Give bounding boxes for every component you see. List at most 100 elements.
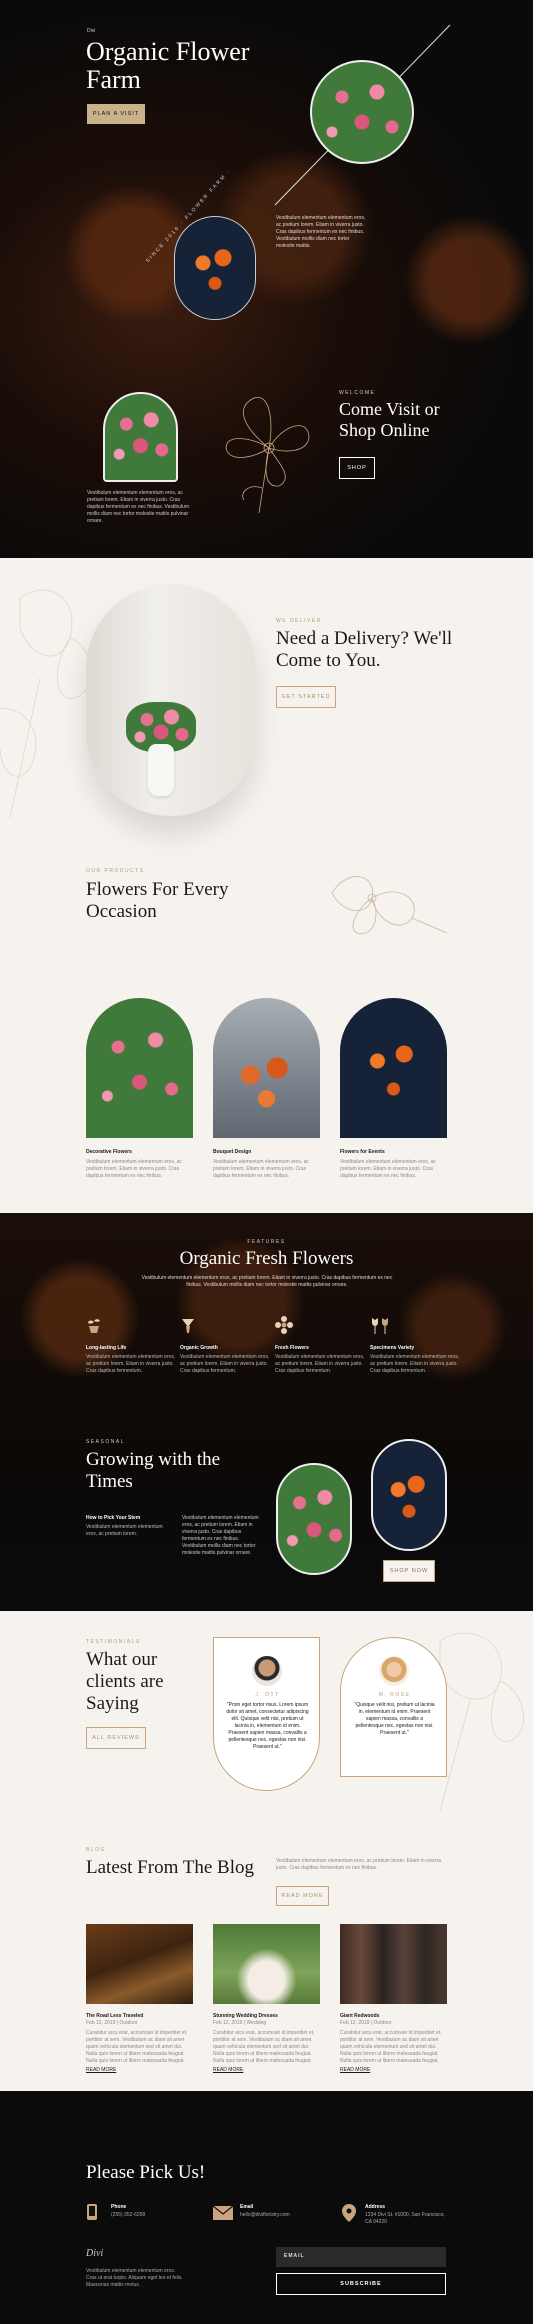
blog-post-excerpt: Curabitur arcu erat, accumsan id imperdi… xyxy=(86,2030,188,2064)
review-quote: "Proin eget tortor risus. Lorem ipsum do… xyxy=(226,1702,309,1750)
features-eyebrow: Features xyxy=(247,1239,286,1245)
avatar xyxy=(252,1656,282,1686)
feature-name: Specimens Variety xyxy=(370,1345,415,1351)
product-card-2: Bouquet Design Vestibulum elementum elem… xyxy=(213,1149,320,1180)
feature-name: Fresh Flowers xyxy=(275,1345,309,1351)
product-image-events[interactable] xyxy=(340,998,447,1138)
delivery-title: Need a Delivery? We'll Come to You. xyxy=(276,628,453,671)
read-more-link[interactable]: Read More xyxy=(213,2067,320,2074)
feature-name: Organic Growth xyxy=(180,1345,218,1351)
review-quote: "Quisque velit nisi, pretium ut lacinia … xyxy=(354,1702,435,1736)
features-title: Organic Fresh Flowers xyxy=(179,1248,354,1269)
blog-post-meta: Feb 12, 2019 | Outdoor xyxy=(340,2020,392,2026)
blog-post-title[interactable]: Stunning Wedding Dresses xyxy=(213,2013,320,2020)
products-line-art-icon xyxy=(331,876,448,935)
product-desc: Vestibulum elementum elementum eros, ac … xyxy=(213,1159,309,1179)
testimonials-title: What our clients are Saying xyxy=(86,1649,164,1714)
flower-icon xyxy=(275,1316,293,1334)
testimonials-eyebrow: Testimonials xyxy=(86,1639,141,1645)
get-started-button[interactable]: Get Started xyxy=(276,686,336,708)
product-name: Decorative Flowers xyxy=(86,1149,132,1155)
blog-post-image[interactable] xyxy=(340,1924,447,2004)
address-label: Address xyxy=(365,2204,386,2210)
season-title: Growing with the Times xyxy=(86,1449,221,1492)
footer-about: Vestibulum elementum elementum eros. Cra… xyxy=(86,2268,183,2288)
plant-pot-icon xyxy=(88,1319,100,1333)
email-input-placeholder: Email xyxy=(284,2253,305,2259)
how-to-pick-title: How to Pick Your Stem xyxy=(86,1515,141,1521)
products-eyebrow: Our Products xyxy=(86,868,145,874)
plan-visit-button[interactable]: Plan a Visit xyxy=(87,104,145,124)
visit-eyebrow: Welcome xyxy=(339,390,376,396)
product-name: Bouquet Design xyxy=(213,1149,252,1155)
product-desc: Vestibulum elementum elementum eros, ac … xyxy=(340,1159,436,1179)
product-image-decorative[interactable] xyxy=(86,998,193,1138)
blog-post-title[interactable]: The Road Less Traveled xyxy=(86,2013,193,2020)
read-more-link[interactable]: Read More xyxy=(340,2067,447,2074)
feature-2: Organic Growth Vestibulum elementum elem… xyxy=(180,1316,270,1375)
phone-label: Phone xyxy=(111,2204,127,2210)
feature-name: Long-lasting Life xyxy=(86,1345,127,1351)
blog-post-image[interactable] xyxy=(213,1924,320,2004)
reviewer-name: M. Rose xyxy=(378,1692,411,1698)
testimonials-section: Testimonials What our clients are Saying… xyxy=(0,1611,533,2091)
bouquet-icon xyxy=(182,1319,194,1333)
reviewer-name: J. Ott xyxy=(255,1692,280,1698)
all-reviews-button[interactable]: All Reviews xyxy=(86,1727,146,1749)
avatar xyxy=(379,1656,409,1686)
blog-read-more-button[interactable]: Read More xyxy=(276,1886,329,1906)
read-more-link[interactable]: Read More xyxy=(86,2067,193,2074)
footer-title: Please Pick Us! xyxy=(86,2162,206,2183)
vase-flowers-image xyxy=(86,584,256,816)
phone-icon xyxy=(87,2204,97,2220)
phone-value[interactable]: (255) 352-6258 xyxy=(111,2212,145,2219)
hero-pink-flowers-image xyxy=(310,60,414,164)
blog-eyebrow: Blog xyxy=(86,1847,106,1853)
product-desc: Vestibulum elementum elementum eros, ac … xyxy=(86,1159,182,1179)
blog-post-3[interactable]: Giant Redwoods Feb 12, 2019 | Outdoor Cu… xyxy=(340,1924,447,2074)
feature-desc: Vestibulum elementum elementum eros, ac … xyxy=(180,1354,270,1374)
delivery-section: We Deliver Need a Delivery? We'll Come t… xyxy=(0,558,533,1213)
shop-button[interactable]: Shop xyxy=(339,457,375,479)
testimonial-card-2: M. Rose "Quisque velit nisi, pretium ut … xyxy=(340,1637,447,1777)
features-section: Features Organic Fresh Flowers Vestibulu… xyxy=(0,1213,533,1611)
features-intro: Vestibulum elementum elementum eros, ac … xyxy=(141,1275,393,1288)
hero-title: Organic Flower Farm xyxy=(86,37,250,94)
email-label: Email xyxy=(240,2204,254,2210)
product-image-bouquet[interactable] xyxy=(213,998,320,1138)
product-card-3: Flowers for Events Vestibulum elementum … xyxy=(340,1149,447,1180)
feature-4: Specimens Variety Vestibulum elementum e… xyxy=(370,1316,460,1375)
hero-bottom-text: Vestibulum elementum elementum eros, ac … xyxy=(87,490,189,524)
line-art-flower-icon xyxy=(225,397,310,514)
blog-post-meta: Feb 12, 2019 | Outdoor xyxy=(86,2020,138,2026)
email-icon xyxy=(213,2205,233,2220)
season-image-orange xyxy=(371,1439,447,1551)
blog-title: Latest From The Blog xyxy=(86,1857,254,1878)
product-name: Flowers for Events xyxy=(340,1149,385,1155)
feature-3: Fresh Flowers Vestibulum elementum eleme… xyxy=(275,1316,365,1375)
season-eyebrow: Seasonal xyxy=(86,1439,125,1445)
hero-orange-flowers-image xyxy=(174,216,256,320)
season-image-pink xyxy=(276,1463,352,1575)
hero-section: Divi Organic Flower Farm Plan a Visit SI… xyxy=(0,0,533,558)
hero-arch-image xyxy=(103,392,178,482)
address-value: 1234 Divi St. #1000, San Francisco, CA 9… xyxy=(365,2212,445,2225)
blog-post-2[interactable]: Stunning Wedding Dresses Feb 12, 2019 | … xyxy=(213,1924,320,2074)
season-text: Vestibulum elementum elementum eros, ac … xyxy=(182,1515,259,1556)
newsletter-email-input[interactable]: Email xyxy=(276,2247,446,2267)
location-pin-icon xyxy=(342,2204,356,2222)
feature-desc: Vestibulum elementum elementum eros, ac … xyxy=(275,1354,365,1374)
feature-desc: Vestibulum elementum elementum eros, ac … xyxy=(370,1354,460,1374)
subscribe-button[interactable]: Subscribe xyxy=(276,2273,446,2295)
blog-post-title[interactable]: Giant Redwoods xyxy=(340,2013,447,2020)
visit-title: Come Visit or Shop Online xyxy=(339,399,440,440)
feature-desc: Vestibulum elementum elementum eros, ac … xyxy=(86,1354,176,1374)
email-value[interactable]: hello@divifloristry.com xyxy=(240,2212,290,2219)
products-title: Flowers For Every Occasion xyxy=(86,879,229,922)
site-logo[interactable]: Divi xyxy=(87,28,95,35)
blog-post-image[interactable] xyxy=(86,1924,193,2004)
shop-now-button[interactable]: Shop Now xyxy=(383,1560,435,1582)
blog-post-1[interactable]: The Road Less Traveled Feb 12, 2019 | Ou… xyxy=(86,1924,193,2074)
footer-logo[interactable]: Divi xyxy=(86,2248,103,2259)
how-to-pick-desc: Vestibulum elementum elementum eros, ac … xyxy=(86,1524,163,1537)
